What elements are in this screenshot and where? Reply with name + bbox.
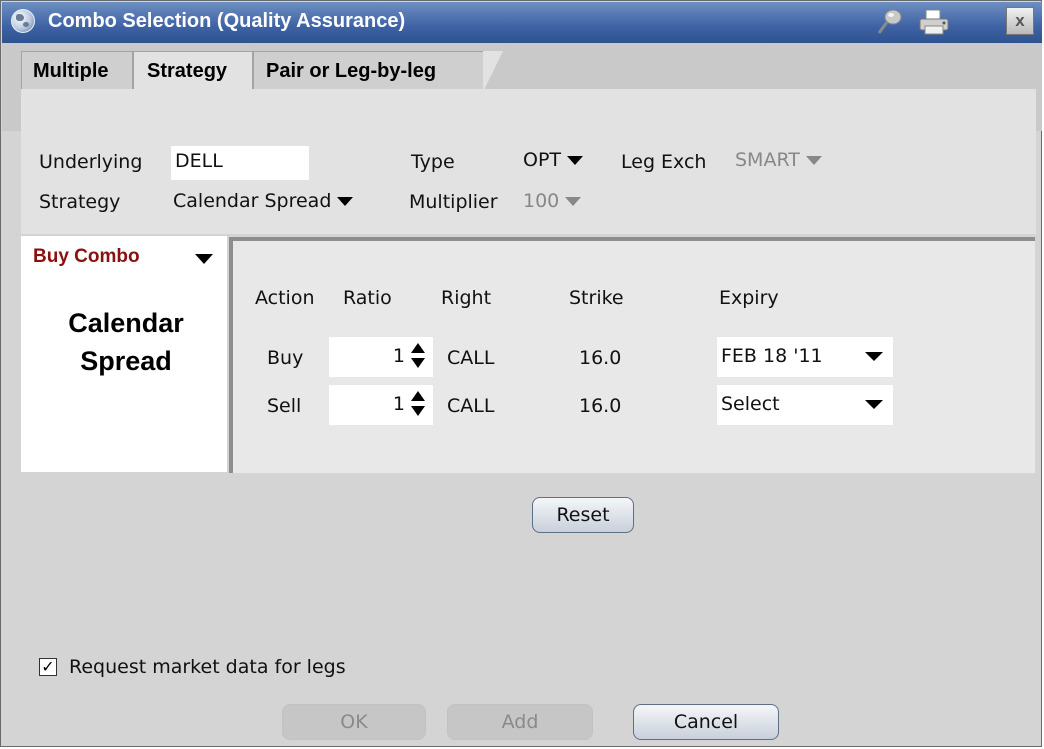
header-right: Right <box>441 287 492 309</box>
strategy-value: Calendar Spread <box>173 190 332 212</box>
header-expiry: Expiry <box>719 287 779 309</box>
pin-icon[interactable] <box>875 8 905 36</box>
leg-2-expiry-value: Select <box>721 393 780 415</box>
tab-strategy[interactable]: Strategy <box>133 51 253 91</box>
leg-exch-dropdown: SMART <box>735 149 822 171</box>
leg-2-right: CALL <box>447 395 495 417</box>
leg-2-expiry-dropdown[interactable]: Select <box>717 385 893 425</box>
type-label: Type <box>411 151 455 173</box>
strategy-name-line2: Spread <box>80 346 172 376</box>
leg-exch-value: SMART <box>735 149 800 171</box>
leg-1-right: CALL <box>447 347 495 369</box>
leg-2-strike: 16.0 <box>579 395 622 417</box>
leg-1-action: Buy <box>267 347 304 369</box>
legs-panel: Action Ratio Right Strike Expiry Buy 1 C… <box>229 237 1035 473</box>
leg-1-strike: 16.0 <box>579 347 622 369</box>
add-button[interactable]: Add <box>447 704 593 740</box>
header-action: Action <box>255 287 315 309</box>
leg-2-ratio-stepper[interactable]: 1 <box>329 385 433 425</box>
spinner-icon[interactable] <box>411 391 425 419</box>
tab-pair-or-leg-by-leg[interactable]: Pair or Leg-by-leg <box>253 51 503 92</box>
chevron-down-icon <box>865 400 883 409</box>
tab-multiple[interactable]: Multiple <box>21 51 133 91</box>
underlying-label: Underlying <box>39 151 143 173</box>
leg-2-action: Sell <box>267 395 302 417</box>
header-strike: Strike <box>569 287 624 309</box>
combo-summary-panel: Buy Combo Calendar Spread <box>21 236 227 472</box>
printer-icon[interactable] <box>917 8 951 36</box>
chevron-down-icon[interactable] <box>195 254 213 264</box>
multiplier-label: Multiplier <box>409 191 498 213</box>
reset-button[interactable]: Reset <box>532 497 634 533</box>
strategy-label: Strategy <box>39 191 121 213</box>
cancel-button[interactable]: Cancel <box>633 704 779 740</box>
globe-icon <box>11 9 35 33</box>
spinner-icon[interactable] <box>411 343 425 371</box>
leg-1-ratio-value: 1 <box>392 345 405 367</box>
leg-2-ratio-value: 1 <box>392 393 405 415</box>
request-market-data-label: Request market data for legs <box>69 656 346 678</box>
underlying-input[interactable]: DELL <box>171 146 309 180</box>
chevron-down-icon <box>865 352 883 361</box>
leg-1-expiry-value: FEB 18 '11 <box>721 345 823 367</box>
type-value: OPT <box>523 149 562 171</box>
close-button[interactable]: x <box>1006 7 1034 35</box>
request-market-data-checkbox[interactable]: ✓ <box>39 658 57 676</box>
title-bar[interactable]: Combo Selection (Quality Assurance) x <box>2 2 1042 44</box>
multiplier-dropdown: 100 <box>523 190 582 212</box>
multiplier-value: 100 <box>523 190 560 212</box>
type-dropdown[interactable]: OPT <box>523 149 584 171</box>
leg-1-ratio-stepper[interactable]: 1 <box>329 337 433 377</box>
strategy-dropdown[interactable]: Calendar Spread <box>173 190 354 212</box>
chevron-down-icon <box>565 196 582 206</box>
combo-selection-window: Combo Selection (Quality Assurance) x Mu… <box>0 0 1042 747</box>
header-ratio: Ratio <box>343 287 392 309</box>
buy-combo-dropdown[interactable]: Buy Combo <box>33 246 140 268</box>
ok-button[interactable]: OK <box>282 704 426 740</box>
window-title: Combo Selection (Quality Assurance) <box>48 10 406 32</box>
chevron-down-icon <box>337 196 354 206</box>
leg-1-expiry-dropdown[interactable]: FEB 18 '11 <box>717 337 893 377</box>
leg-exch-label: Leg Exch <box>621 151 707 173</box>
strategy-name-line1: Calendar <box>68 308 184 338</box>
chevron-down-icon <box>805 155 822 165</box>
chevron-down-icon <box>567 155 584 165</box>
